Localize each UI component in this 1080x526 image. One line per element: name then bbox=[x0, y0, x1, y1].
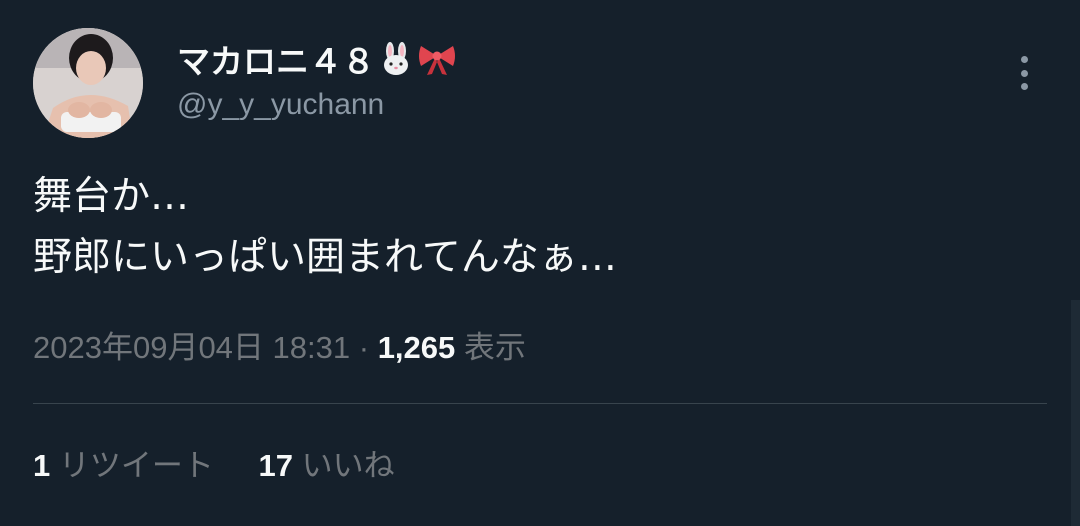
more-options-button[interactable] bbox=[1008, 52, 1040, 94]
tweet-card: マカロニ４８ @y_y_yuchann 舞台か… 野郎にいっぱい囲まれてんなぁ…… bbox=[0, 0, 1080, 526]
tweet-text-line: 舞台か… bbox=[33, 174, 190, 219]
tweet-text-line: 野郎にいっぱい囲まれてんなぁ… bbox=[33, 235, 617, 280]
engagement-stats: 1 リツイート 17 いいね bbox=[33, 446, 395, 486]
views-label: 表示 bbox=[463, 330, 526, 365]
ribbon-icon bbox=[417, 42, 457, 85]
views-count: 1,265 bbox=[377, 330, 456, 365]
rabbit-face-icon bbox=[379, 42, 413, 85]
more-dot bbox=[1020, 83, 1028, 90]
display-name[interactable]: マカロニ４８ bbox=[177, 42, 457, 85]
display-name-text: マカロニ４８ bbox=[177, 42, 375, 81]
avatar[interactable] bbox=[33, 28, 143, 138]
tweet-text: 舞台か… 野郎にいっぱい囲まれてんなぁ… bbox=[33, 166, 617, 288]
retweets-stat[interactable]: 1 リツイート bbox=[33, 446, 214, 486]
profile-photo-icon bbox=[33, 28, 143, 138]
more-dot bbox=[1020, 69, 1028, 77]
meta-separator: · bbox=[350, 330, 378, 365]
likes-label: いいね bbox=[301, 448, 395, 483]
user-handle[interactable]: @y_y_yuchann bbox=[177, 86, 384, 124]
retweets-label: リツイート bbox=[58, 448, 214, 483]
divider bbox=[33, 403, 1047, 404]
more-dot bbox=[1020, 56, 1028, 63]
likes-stat[interactable]: 17 いいね bbox=[259, 446, 395, 486]
tweet-meta: 2023年09月04日 18:31 · 1,265 表示 bbox=[33, 328, 526, 368]
retweets-count: 1 bbox=[33, 448, 51, 483]
scrollbar[interactable] bbox=[1071, 300, 1080, 526]
timestamp[interactable]: 2023年09月04日 18:31 bbox=[33, 330, 350, 365]
likes-count: 17 bbox=[258, 448, 293, 483]
